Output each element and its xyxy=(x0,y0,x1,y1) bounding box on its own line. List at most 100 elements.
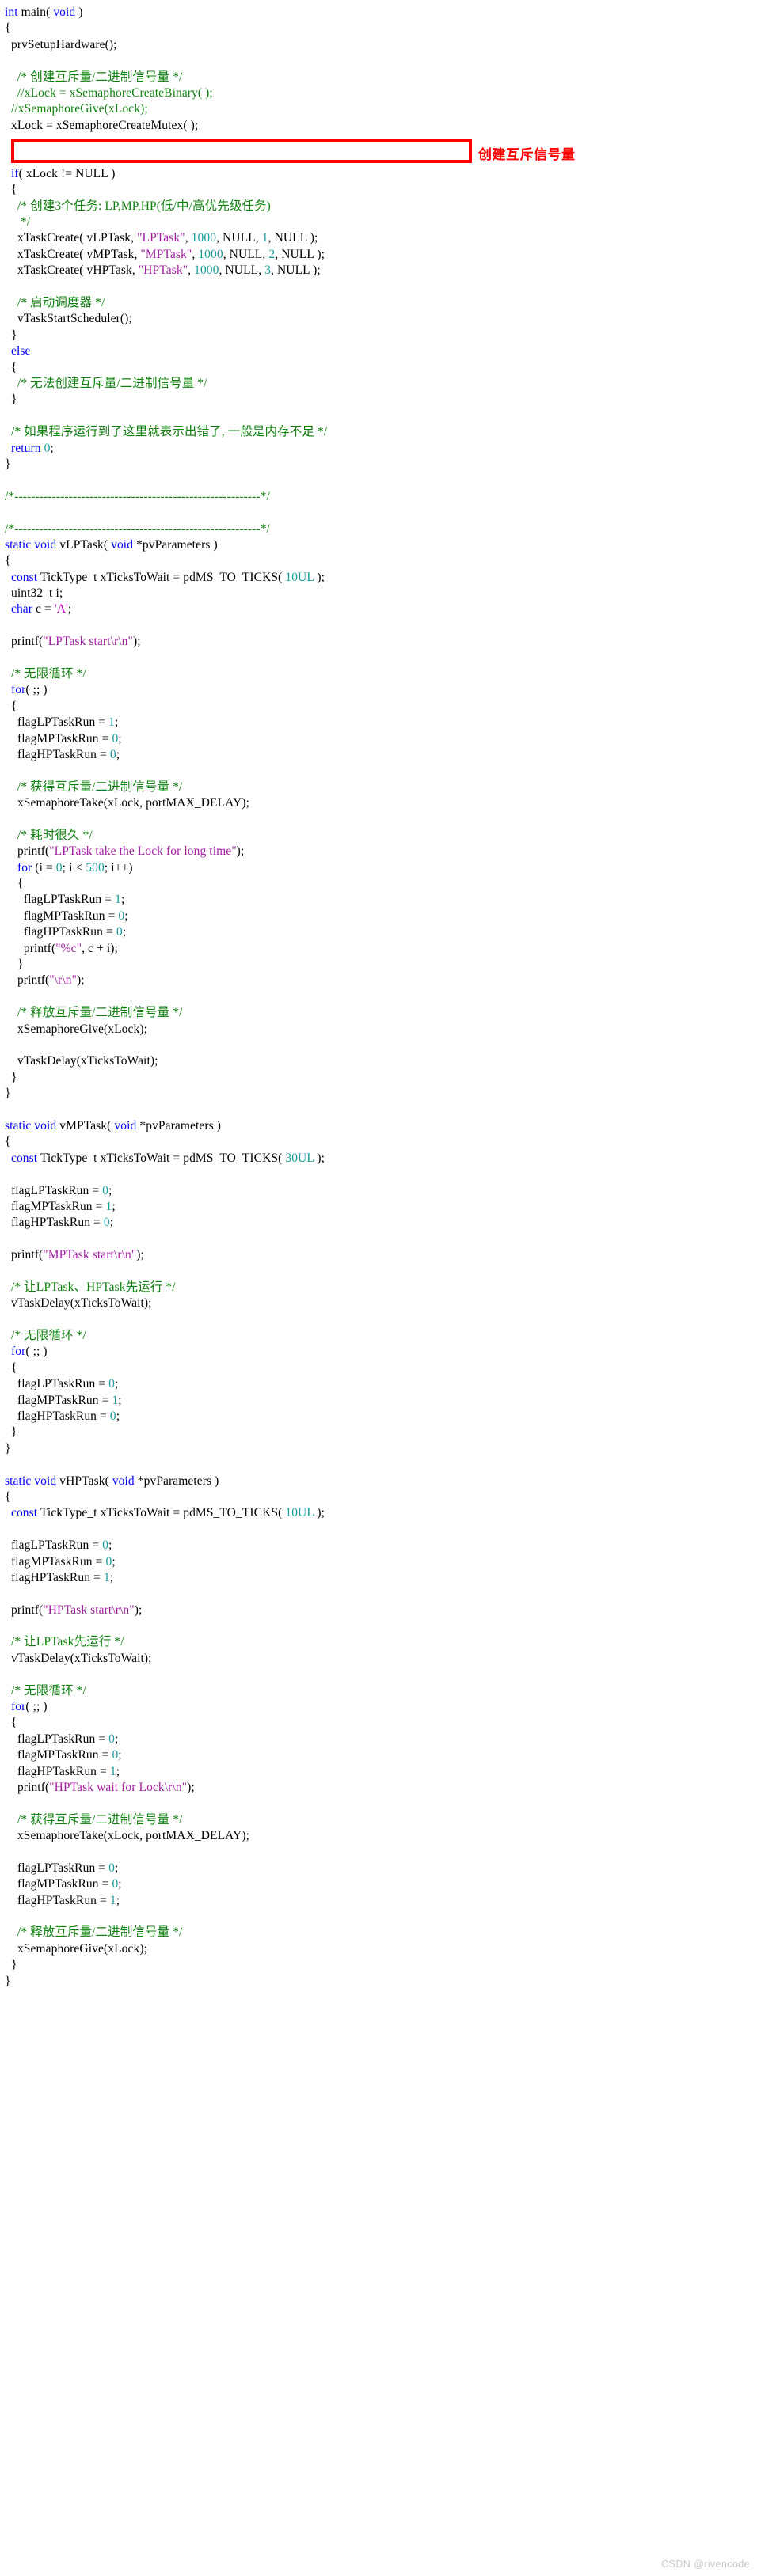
code-line: { xyxy=(5,1489,11,1504)
code-line: printf("MPTask start\r\n"); xyxy=(10,1248,144,1262)
code-line: flagHPTaskRun = 1; xyxy=(17,1764,120,1778)
code-line: flagHPTaskRun = 0; xyxy=(10,1216,114,1230)
code-line: printf("%c", c + i); xyxy=(23,941,118,955)
code-line: flagMPTaskRun = 0; xyxy=(17,1877,122,1891)
code-line: vTaskDelay(xTicksToWait); xyxy=(10,1296,152,1311)
code-line: /* 让LPTask先运行 */ xyxy=(5,1635,124,1649)
code-line: } xyxy=(5,457,11,471)
code-line: /* 无限循环 */ xyxy=(5,1329,86,1343)
code-line: /* 创建互斥量/二进制信号量 */ xyxy=(5,70,183,84)
code-line: xTaskCreate( vMPTask, "MPTask", 1000, NU… xyxy=(17,247,325,261)
code-listing: int main( void ) { prvSetupHardware(); /*… xyxy=(0,0,761,1990)
code-line: flagMPTaskRun = 0; xyxy=(23,909,128,923)
code-line: xSemaphoreGive(xLock); xyxy=(17,1941,148,1956)
code-line: flagMPTaskRun = 1; xyxy=(10,1199,116,1213)
code-line: /* 无限循环 */ xyxy=(5,1683,86,1698)
code-line: printf("HPTask start\r\n"); xyxy=(10,1603,143,1617)
code-line: prvSetupHardware(); xyxy=(10,37,117,51)
code-line: else xyxy=(10,344,31,359)
code-line: flagLPTaskRun = 0; xyxy=(10,1538,112,1553)
code-line: printf("HPTask wait for Lock\r\n"); xyxy=(17,1780,195,1794)
code-line: xSemaphoreGive(xLock); xyxy=(17,1022,148,1036)
code-line: for (i = 0; i < 500; i++) xyxy=(17,860,133,874)
code-line: */ xyxy=(5,215,31,230)
code-line: if( xLock != NULL ) xyxy=(10,166,116,180)
code-line: //xLock = xSemaphoreCreateBinary( ); xyxy=(5,85,213,100)
code-line: int main( void ) xyxy=(5,6,83,19)
code-line: flagMPTaskRun = 0; xyxy=(17,1748,122,1762)
code-line: //xSemaphoreGive(xLock); xyxy=(5,102,148,116)
watermark: CSDN @rivencode xyxy=(661,2559,750,2570)
code-line: { xyxy=(5,21,11,36)
code-line: flagMPTaskRun = 0; xyxy=(17,731,122,745)
code-line: vTaskDelay(xTicksToWait); xyxy=(10,1651,152,1665)
code-line: xTaskCreate( vHPTask, "HPTask", 1000, NU… xyxy=(17,264,321,278)
code-line: xLock = xSemaphoreCreateMutex( ); xyxy=(10,118,199,132)
code-line: /*--------------------------------------… xyxy=(5,522,270,536)
code-line: flagLPTaskRun = 0; xyxy=(17,1861,119,1875)
code-line: xTaskCreate( vLPTask, "LPTask", 1000, NU… xyxy=(17,231,318,245)
code-line: { xyxy=(10,1360,17,1375)
code-line: { xyxy=(10,699,17,713)
code-line: flagLPTaskRun = 1; xyxy=(17,715,119,730)
code-line: } xyxy=(17,958,24,972)
code-line: } xyxy=(5,1974,11,1988)
code-line: } xyxy=(10,328,17,342)
code-line: flagHPTaskRun = 0; xyxy=(23,925,127,939)
code-line: /* 获得互斥量/二进制信号量 */ xyxy=(5,780,183,794)
code-line: } xyxy=(10,1958,17,1972)
code-line: static void vHPTask( void *pvParameters … xyxy=(5,1474,219,1488)
code-line: char c = 'A'; xyxy=(10,602,72,616)
code-line: for( ;; ) xyxy=(10,1700,48,1714)
code-line: } xyxy=(10,393,17,407)
code-line: } xyxy=(5,1087,11,1101)
code-line: return 0; xyxy=(10,441,54,455)
code-line: vTaskDelay(xTicksToWait); xyxy=(17,1054,158,1068)
code-line: /* 创建3个任务: LP,MP,HP(低/中/高优先级任务) xyxy=(5,199,271,213)
code-line: static void vLPTask( void *pvParameters … xyxy=(5,537,218,552)
code-line: printf("LPTask start\r\n"); xyxy=(10,635,141,649)
code-line: for( ;; ) xyxy=(10,683,48,697)
code-line: flagHPTaskRun = 1; xyxy=(10,1570,114,1584)
code-line: flagLPTaskRun = 0; xyxy=(10,1183,112,1197)
code-line: flagHPTaskRun = 1; xyxy=(17,1893,120,1907)
code-line: xSemaphoreTake(xLock, portMAX_DELAY); xyxy=(17,1829,250,1843)
code-line: xSemaphoreTake(xLock, portMAX_DELAY); xyxy=(17,796,250,810)
code-line: { xyxy=(17,877,24,891)
code-line: printf("LPTask take the Lock for long ti… xyxy=(17,844,245,859)
mutex-annotation-label: 创建互斥信号量 xyxy=(478,147,576,163)
code-line: { xyxy=(10,183,17,197)
code-line: printf("\r\n"); xyxy=(17,973,85,988)
code-line: /* 获得互斥量/二进制信号量 */ xyxy=(5,1812,183,1827)
code-line: flagLPTaskRun = 1; xyxy=(23,893,125,907)
code-line: { xyxy=(10,360,17,374)
code-line: { xyxy=(5,1135,11,1149)
code-line: { xyxy=(5,554,11,568)
code-line: /* 让LPTask、HPTask先运行 */ xyxy=(5,1280,176,1294)
code-line: flagHPTaskRun = 0; xyxy=(17,1409,120,1423)
code-line: for( ;; ) xyxy=(10,1345,48,1359)
code-line: { xyxy=(10,1716,17,1730)
code-line: } xyxy=(10,1070,17,1084)
